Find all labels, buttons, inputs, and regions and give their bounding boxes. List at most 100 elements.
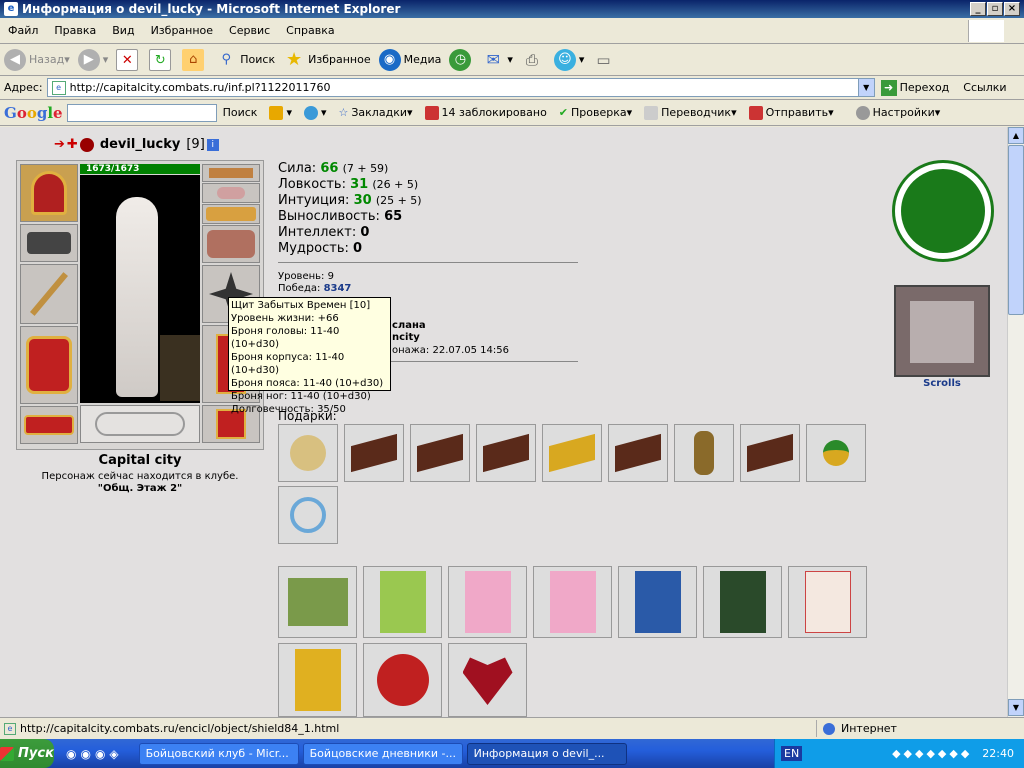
stop-button[interactable]: ✕	[116, 48, 141, 71]
start-button[interactable]: Пуск	[0, 739, 54, 768]
belt-slot[interactable]	[20, 406, 78, 444]
gift-item[interactable]	[278, 424, 338, 482]
back-button[interactable]: ◀ Назад ▾	[4, 48, 70, 71]
status-url: http://capitalcity.combats.ru/encicl/obj…	[20, 722, 340, 735]
edit-button[interactable]: ▭	[592, 49, 617, 71]
bookmarks-button[interactable]: ☆ Закладки ▾	[339, 106, 413, 119]
favorites-button[interactable]: ★ Избранное	[283, 49, 371, 71]
google-search-input[interactable]	[66, 103, 217, 122]
spellcheck-button[interactable]: ✔ Проверка ▾	[559, 106, 632, 119]
gift-card[interactable]	[278, 566, 357, 638]
gift-card[interactable]	[703, 566, 782, 638]
menu-view[interactable]: Вид	[112, 24, 134, 37]
amulet-slot[interactable]	[202, 183, 260, 203]
menu-help[interactable]: Справка	[286, 24, 334, 37]
go-button[interactable]: ➜ Переход	[880, 79, 949, 96]
gloves-slot[interactable]	[202, 225, 260, 263]
mail-icon: ✉	[486, 49, 501, 69]
chocolate-icon	[615, 433, 661, 473]
gift-card[interactable]	[533, 566, 612, 638]
gift-item[interactable]	[674, 424, 734, 482]
helmet-slot[interactable]	[20, 164, 78, 222]
history-icon: ◷	[449, 48, 472, 71]
player-level: [9]	[186, 137, 205, 152]
info-icon[interactable]: i	[206, 138, 219, 151]
gift-item[interactable]	[740, 424, 800, 482]
guild-emblem[interactable]	[892, 160, 994, 262]
maximize-button[interactable]: ▫	[987, 2, 1003, 16]
vertical-scrollbar[interactable]: ▲ ▼	[1007, 127, 1024, 717]
status-zone: Интернет	[816, 720, 1024, 737]
mail-button[interactable]: ✉ ▾	[482, 49, 513, 71]
scrolls-link[interactable]: Scrolls	[892, 378, 992, 389]
menu-edit[interactable]: Правка	[54, 24, 96, 37]
task-button-active[interactable]: Информация о devil_...	[466, 742, 627, 765]
translator-button[interactable]: Переводчик ▾	[644, 105, 737, 120]
gift-card[interactable]	[618, 566, 697, 638]
scroll-thumb[interactable]	[1008, 145, 1024, 315]
rings-slot[interactable]	[202, 204, 260, 224]
links-button[interactable]: Ссылки	[963, 81, 1006, 94]
weapon-slot[interactable]	[20, 264, 78, 324]
gift-card[interactable]	[788, 566, 867, 638]
scroll-down-icon[interactable]: ▼	[1008, 699, 1024, 716]
language-indicator[interactable]: EN	[781, 746, 803, 761]
chocolate-icon	[483, 433, 529, 473]
gift-item[interactable]	[542, 424, 602, 482]
gold-chocolate-icon	[549, 433, 595, 473]
quick-launch[interactable]: ◉◉◉◈	[66, 747, 123, 761]
gift-item[interactable]	[476, 424, 536, 482]
card-tulips-icon	[719, 571, 766, 633]
helmet-icon	[31, 171, 67, 215]
gift-item[interactable]	[278, 486, 338, 544]
gift-card[interactable]	[448, 643, 527, 717]
gift-item[interactable]	[410, 424, 470, 482]
minimize-button[interactable]: _	[970, 2, 986, 16]
google-chat-button[interactable]: ▾	[303, 105, 327, 120]
earrings-slot[interactable]	[202, 164, 260, 182]
gift-card[interactable]	[448, 566, 527, 638]
bracers-slot[interactable]	[20, 224, 78, 262]
gift-card[interactable]	[363, 643, 442, 717]
star-outline-icon: ☆	[338, 106, 349, 119]
popup-blocked-button[interactable]: 14 заблокировано	[424, 105, 547, 120]
home-button[interactable]: ⌂	[182, 48, 207, 71]
gift-card[interactable]	[278, 643, 357, 717]
avatar[interactable]	[80, 175, 200, 403]
scrolls-banner[interactable]	[894, 285, 990, 377]
scroll-up-icon[interactable]: ▲	[1008, 127, 1024, 144]
pet-image[interactable]	[160, 335, 200, 401]
address-dropdown-icon[interactable]: ▼	[857, 79, 874, 96]
go-arrow-icon: ➜	[880, 79, 897, 96]
task-button[interactable]: Бойцовские дневники -...	[302, 742, 463, 765]
media-button[interactable]: ◉ Медиа	[378, 48, 441, 71]
gift-item[interactable]	[608, 424, 668, 482]
google-search-button[interactable]: Поиск	[223, 106, 258, 119]
history-button[interactable]: ◷	[449, 48, 474, 71]
send-button[interactable]: Отправить ▾	[748, 105, 834, 120]
close-button[interactable]: ×	[1004, 2, 1020, 16]
amulet-icon	[217, 187, 245, 199]
search-button[interactable]: ⚲ Поиск	[215, 49, 276, 71]
chocolate-icon	[351, 433, 397, 473]
task-button[interactable]: Бойцовский клуб - Micr...	[138, 742, 299, 765]
arrow-icon[interactable]: ➔	[54, 137, 65, 152]
tray-icons[interactable]: ◆◆◆◆◆◆◆	[892, 747, 972, 760]
gift-item[interactable]	[344, 424, 404, 482]
player-name: devil_lucky	[99, 137, 181, 152]
menu-tools[interactable]: Сервис	[229, 24, 270, 37]
menu-file[interactable]: Файл	[8, 24, 38, 37]
gift-card[interactable]	[363, 566, 442, 638]
refresh-button[interactable]: ↻	[149, 48, 174, 71]
forward-button[interactable]: ▶ ▾	[77, 48, 108, 71]
google-settings-button[interactable]: Настройки ▾	[855, 105, 940, 120]
menu-favorites[interactable]: Избранное	[151, 24, 213, 37]
google-extras-button[interactable]: ▾	[269, 105, 292, 120]
address-input[interactable]: e http://capitalcity.combats.ru/inf.pl?1…	[46, 78, 875, 97]
clan-icon[interactable]	[79, 137, 94, 152]
print-button[interactable]: ⎙	[521, 49, 546, 71]
city-name: Capital city	[98, 453, 182, 468]
gift-item[interactable]	[806, 424, 866, 482]
armor-slot[interactable]	[20, 326, 78, 404]
messenger-button[interactable]: ☺ ▾	[553, 48, 584, 71]
